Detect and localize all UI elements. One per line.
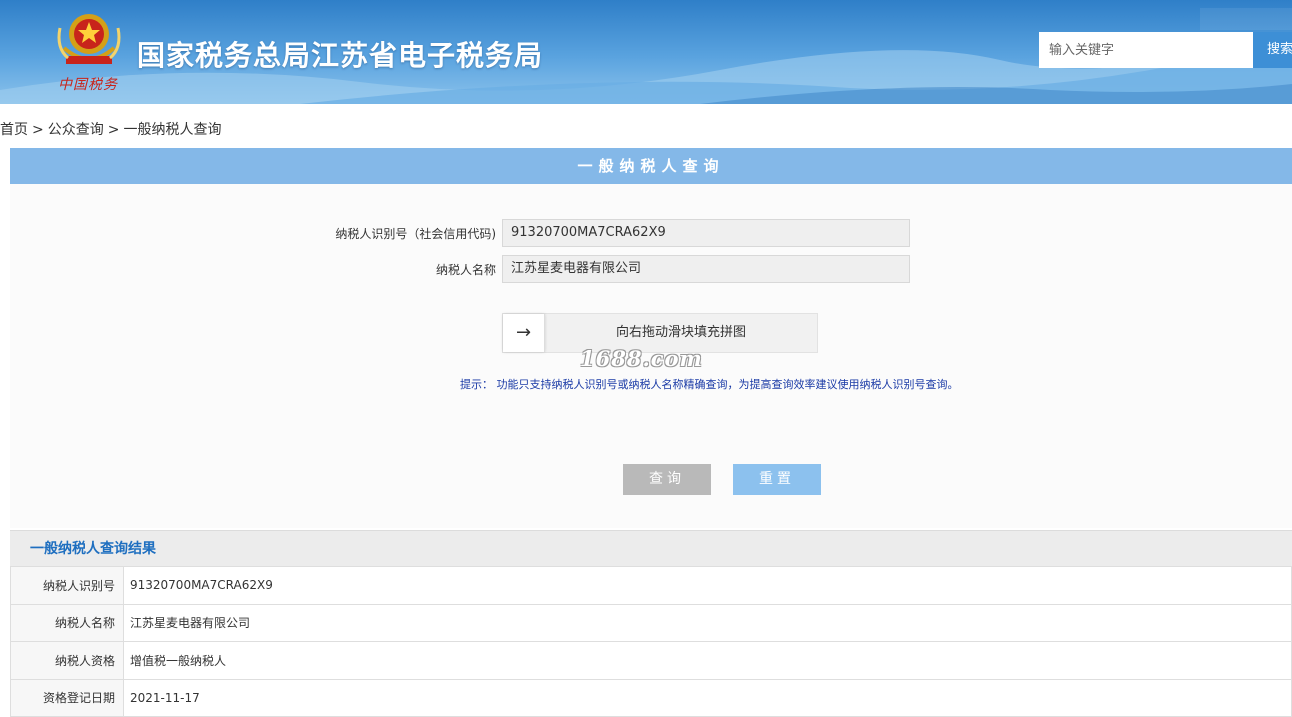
tax-emblem-icon xyxy=(57,14,121,64)
breadcrumb-home[interactable]: 首页 xyxy=(0,122,28,138)
search-button[interactable]: 搜索 xyxy=(1253,32,1292,68)
header-banner: 中国税务 国家税务总局江苏省电子税务局 搜索 xyxy=(0,0,1292,104)
reset-button[interactable]: 重置 xyxy=(733,464,821,495)
watermark: 1688.com xyxy=(580,346,703,371)
taxpayer-id-input[interactable]: 91320700MA7CRA62X9 xyxy=(502,219,910,247)
breadcrumb-public-query[interactable]: 公众查询 xyxy=(48,122,104,138)
row-value: 2021-11-17 xyxy=(123,678,1292,717)
row-value: 91320700MA7CRA62X9 xyxy=(123,566,1292,605)
row-value: 增值税一般纳税人 xyxy=(123,641,1292,680)
table-row: 资格登记日期 2021-11-17 xyxy=(10,678,1292,717)
brand-subtitle: 中国税务 xyxy=(58,77,118,93)
row-label: 纳税人资格 xyxy=(10,641,124,680)
row-label: 纳税人识别号 xyxy=(10,566,124,605)
slider-handle[interactable]: → xyxy=(503,314,545,352)
breadcrumb-separator: > xyxy=(32,122,44,138)
site-title: 国家税务总局江苏省电子税务局 xyxy=(137,39,544,72)
taxpayer-name-input[interactable]: 江苏星麦电器有限公司 xyxy=(502,255,910,283)
breadcrumb-separator: > xyxy=(107,122,120,138)
panel-title: 一般纳税人查询 xyxy=(10,148,1292,184)
query-panel: 一般纳税人查询 纳税人识别号（社会信用代码) 91320700MA7CRA62X… xyxy=(10,148,1292,528)
row-label: 资格登记日期 xyxy=(10,678,124,717)
arrow-right-icon: → xyxy=(515,322,532,343)
taxpayer-id-label: 纳税人识别号（社会信用代码) xyxy=(335,227,496,241)
taxpayer-name-label: 纳税人名称 xyxy=(435,263,496,277)
search-input[interactable] xyxy=(1039,32,1253,68)
table-row: 纳税人名称 江苏星麦电器有限公司 xyxy=(10,603,1292,642)
result-header: 一般纳税人查询结果 xyxy=(10,530,1292,566)
row-label: 纳税人名称 xyxy=(10,603,124,642)
table-row: 纳税人识别号 91320700MA7CRA62X9 xyxy=(10,566,1292,605)
result-table: 纳税人识别号 91320700MA7CRA62X9 纳税人名称 江苏星麦电器有限… xyxy=(10,566,1292,717)
table-row: 纳税人资格 增值税一般纳税人 xyxy=(10,641,1292,680)
query-hint: 提示： 功能只支持纳税人识别号或纳税人名称精确查询，为提高查询效率建议使用纳税人… xyxy=(460,378,959,391)
row-value: 江苏星麦电器有限公司 xyxy=(123,603,1292,642)
breadcrumb-current: 一般纳税人查询 xyxy=(123,122,222,138)
query-button[interactable]: 查询 xyxy=(623,464,711,495)
result-title: 一般纳税人查询结果 xyxy=(30,541,156,557)
breadcrumb: 首页 > 公众查询 > 一般纳税人查询 xyxy=(0,119,221,139)
